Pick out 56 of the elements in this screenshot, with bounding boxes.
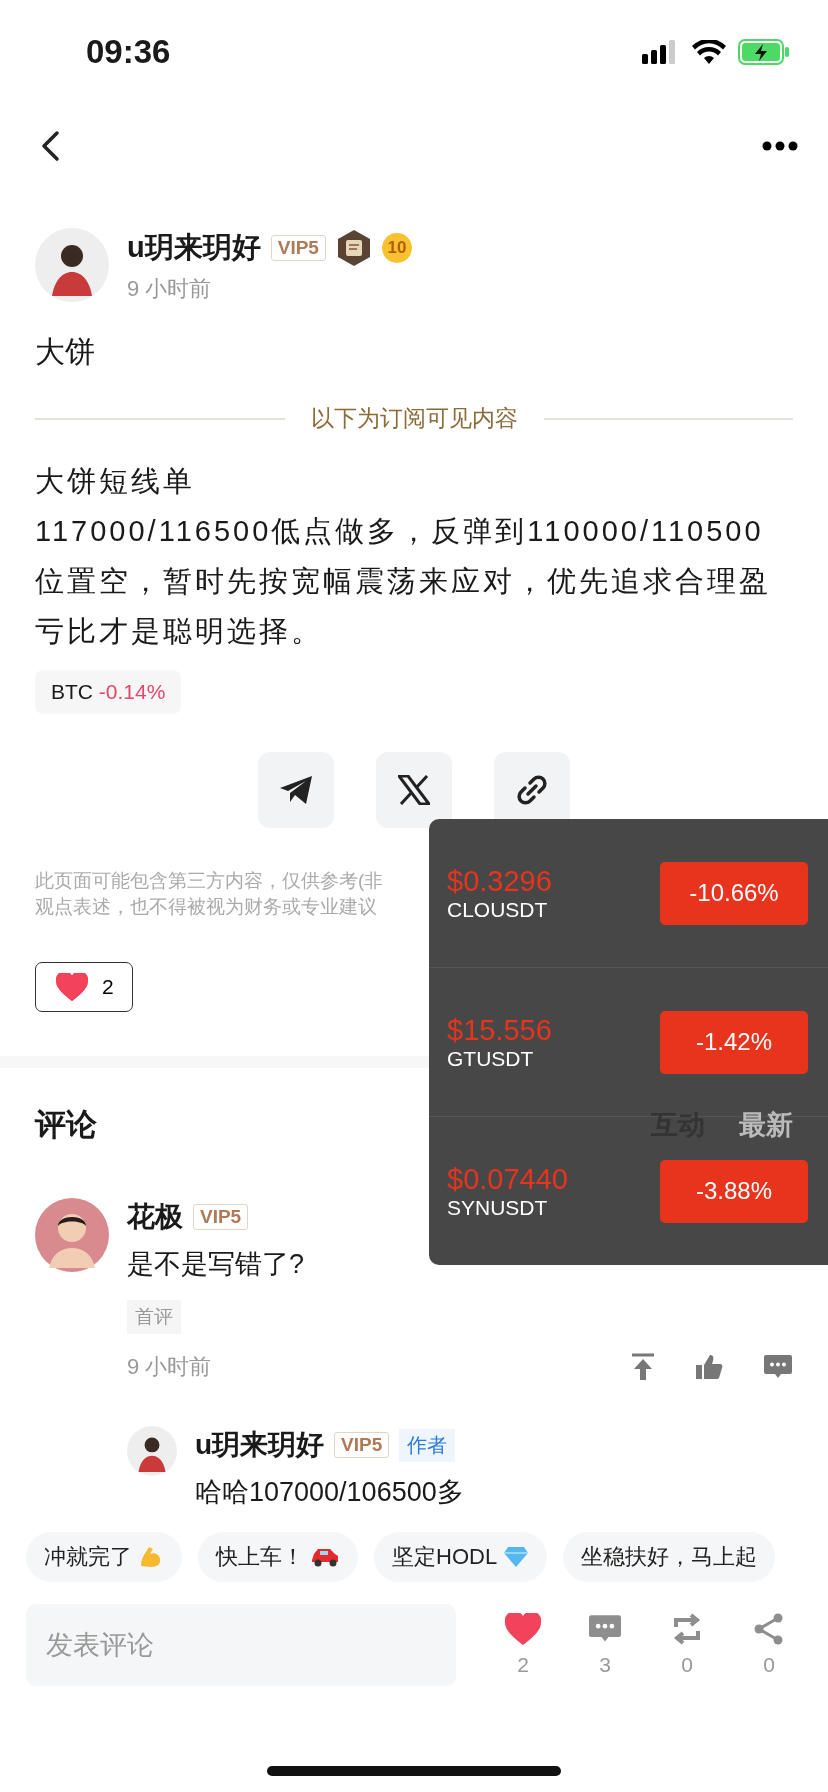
heart-icon [505, 1613, 541, 1645]
price-change-badge: -3.88% [660, 1159, 808, 1223]
comment-input[interactable]: 发表评论 [26, 1604, 456, 1686]
battery-icon [738, 39, 790, 65]
vip-badge: VIP5 [270, 235, 326, 261]
ticker-price: $15.556 [447, 1013, 552, 1047]
ticker-symbol: SYNUSDT [447, 1195, 549, 1220]
level-badge: 10 [381, 233, 412, 263]
quick-reply-chip[interactable]: 坚定HODL [374, 1532, 548, 1582]
price-change-badge: -10.66% [660, 861, 808, 925]
avatar[interactable] [127, 1426, 177, 1476]
link-icon [516, 774, 548, 806]
commenter-name[interactable]: 花极 [127, 1198, 183, 1236]
comment-text: 是不是写错了? [127, 1248, 306, 1281]
sort-tab[interactable]: 最新 [739, 1107, 793, 1143]
heart-icon [56, 973, 88, 1001]
like-button[interactable]: 2 [35, 962, 133, 1012]
car-icon [310, 1546, 340, 1568]
x-share-button[interactable] [376, 752, 452, 828]
telegram-share-button[interactable] [258, 752, 334, 828]
thumbs-up-icon[interactable] [695, 1353, 723, 1381]
commenter-name[interactable]: u玥来玥好 [195, 1426, 325, 1464]
post-text: 117000/116500低点做多，反弹到110000/110500位置空，暂时先按宽幅震荡来应对，优先追求合理盈亏比才是聪明选择。 [35, 514, 772, 649]
first-comment-tag: 首评 [127, 1300, 181, 1334]
quick-reply-chip[interactable]: 快上车！ [198, 1532, 358, 1582]
disclaimer-text: 观点表述，也不得被视为财务或专业建议 [35, 896, 377, 917]
vip-badge: VIP5 [193, 1204, 249, 1230]
ticker-symbol: CLOUSDT [447, 897, 549, 922]
disclaimer-text: 此页面可能包含第三方内容，仅供参考(非 [35, 870, 384, 891]
author-name[interactable]: u玥来玥好 [127, 228, 261, 268]
wifi-icon [692, 40, 726, 64]
coin-tag[interactable]: BTC -0.14% [35, 670, 182, 714]
ticker-price: $0.07440 [447, 1162, 568, 1196]
price-change-badge: -1.42% [660, 1010, 808, 1074]
scroll-badge-icon [335, 229, 372, 267]
x-logo-icon [398, 775, 430, 805]
post-text: 大饼短线单 [35, 464, 196, 499]
paper-plane-icon [278, 774, 314, 806]
avatar[interactable] [35, 228, 109, 302]
comments-heading: 评论 [35, 1106, 97, 1144]
vip-badge: VIP5 [334, 1432, 390, 1458]
back-icon[interactable] [40, 130, 60, 162]
ticker-symbol: GTUSDT [447, 1046, 535, 1071]
status-time: 09:36 [86, 33, 171, 71]
pin-top-icon[interactable] [631, 1353, 655, 1381]
post-title: 大饼 [34, 334, 96, 370]
quick-reply-chip[interactable]: 坐稳扶好，马上起 [563, 1532, 776, 1582]
ticker-price: $0.3296 [447, 864, 552, 898]
reply-text: 哈哈107000/106500多 [195, 1476, 464, 1509]
more-icon[interactable] [762, 141, 798, 151]
comment-time: 9 小时前 [127, 1353, 212, 1381]
post-time: 9 小时前 [127, 275, 213, 303]
quick-reply-chip[interactable]: 冲就完了 [26, 1532, 182, 1582]
subscriber-divider-label: 以下为订阅可见内容 [310, 404, 518, 433]
author-tag: 作者 [399, 1428, 456, 1462]
gem-icon [503, 1546, 530, 1568]
